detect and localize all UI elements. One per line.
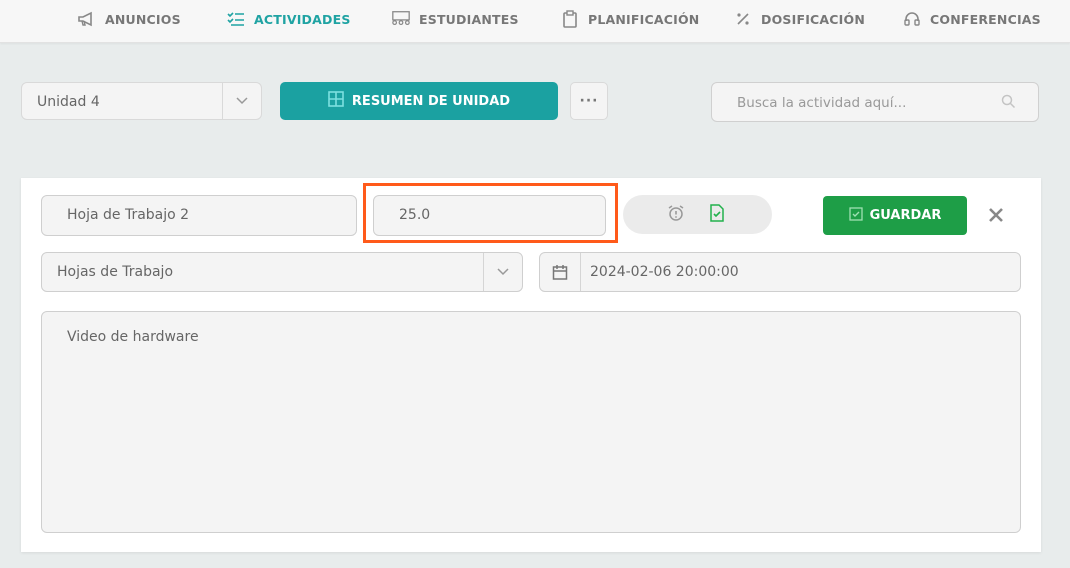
activity-type-select[interactable]: Hojas de Trabajo — [41, 252, 523, 292]
top-nav: ANUNCIOS ACTIVIDADES ESTUDIANTES PLANIFI… — [0, 0, 1070, 43]
nav-label: CONFERENCIAS — [930, 11, 1041, 27]
points-highlight-box — [363, 183, 618, 243]
due-date-field[interactable]: 2024-02-06 20:00:00 — [539, 252, 1021, 292]
nav-estudiantes[interactable]: ESTUDIANTES — [391, 0, 519, 38]
unit-select[interactable]: Unidad 4 — [21, 82, 262, 120]
unit-summary-label: RESUMEN DE UNIDAD — [351, 93, 511, 109]
activity-search — [711, 82, 1039, 123]
nav-planificacion[interactable]: PLANIFICACIÓN — [560, 0, 699, 38]
save-label: GUARDAR — [869, 208, 942, 223]
description-value: Video de hardware — [67, 329, 199, 345]
search-input[interactable] — [712, 83, 1009, 123]
megaphone-icon — [77, 10, 97, 28]
activity-toggle-group — [623, 195, 772, 234]
headset-icon — [902, 10, 922, 28]
calendar-icon[interactable] — [540, 253, 581, 291]
activity-title-field[interactable]: Hoja de Trabajo 2 — [41, 195, 357, 236]
students-icon — [391, 10, 411, 28]
nav-label: DOSIFICACIÓN — [761, 11, 866, 27]
close-icon[interactable] — [986, 205, 1006, 229]
checklist-icon — [226, 10, 246, 28]
activity-title-value: Hoja de Trabajo 2 — [67, 207, 190, 223]
grid-icon — [328, 91, 344, 111]
nav-actividades[interactable]: ACTIVIDADES — [226, 0, 351, 38]
percent-icon — [733, 10, 753, 28]
activity-type-value: Hojas de Trabajo — [57, 264, 174, 280]
unit-select-value: Unidad 4 — [37, 94, 100, 110]
ellipsis-icon: ··· — [579, 93, 599, 109]
clipboard-icon — [560, 10, 580, 28]
nav-label: ANUNCIOS — [105, 11, 181, 27]
alarm-clock-icon[interactable] — [667, 204, 685, 226]
nav-dosificacion[interactable]: DOSIFICACIÓN — [733, 0, 865, 38]
nav-label: PLANIFICACIÓN — [588, 11, 700, 27]
nav-anuncios[interactable]: ANUNCIOS — [77, 0, 181, 38]
chevron-down-icon[interactable] — [483, 253, 522, 291]
check-square-icon — [848, 206, 863, 225]
search-icon[interactable] — [1001, 94, 1016, 113]
nav-conferencias[interactable]: CONFERENCIAS — [902, 0, 1041, 38]
save-button[interactable]: GUARDAR — [823, 196, 967, 235]
nav-label: ESTUDIANTES — [419, 11, 519, 27]
chevron-down-icon[interactable] — [222, 83, 261, 119]
more-options-button[interactable]: ··· — [570, 82, 608, 120]
nav-label: ACTIVIDADES — [254, 11, 351, 27]
description-textarea[interactable]: Video de hardware — [41, 311, 1021, 533]
due-date-value: 2024-02-06 20:00:00 — [590, 264, 739, 280]
unit-summary-button[interactable]: RESUMEN DE UNIDAD — [280, 82, 558, 120]
file-check-icon[interactable] — [709, 204, 725, 226]
